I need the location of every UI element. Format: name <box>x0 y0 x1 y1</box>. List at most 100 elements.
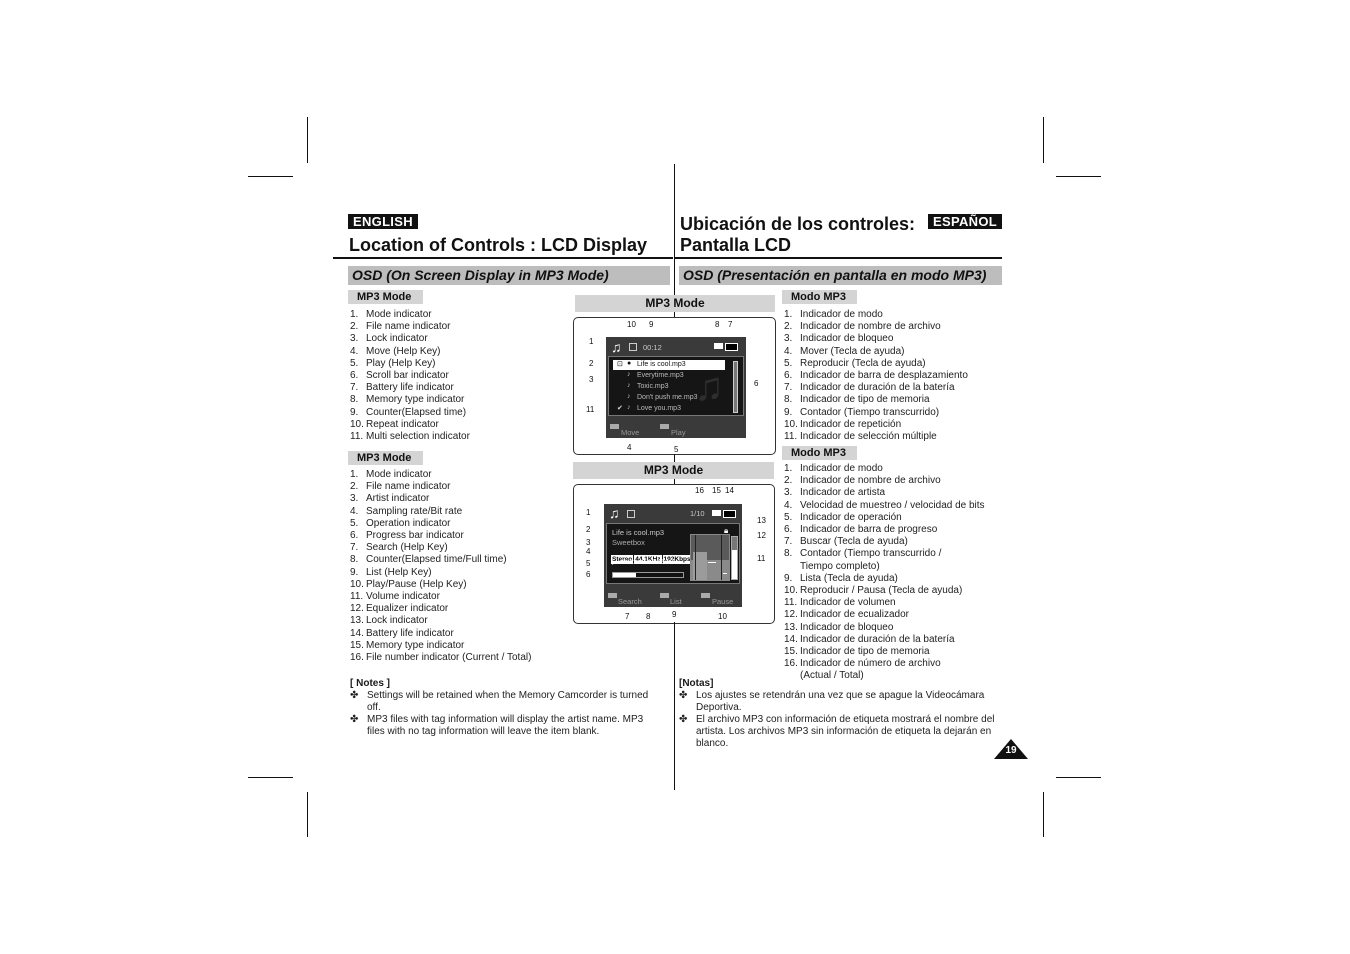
scrollbar[interactable] <box>733 361 738 413</box>
list-item-text: File number indicator (Current / Total) <box>366 652 532 664</box>
list-item: 16. Indicador de número de archivo <box>784 658 985 670</box>
list-item-number: 6. <box>350 530 359 542</box>
list-item-text: Multi selection indicator <box>366 431 470 443</box>
callout-number: 9 <box>672 610 677 619</box>
list-item: 3. Lock indicator <box>350 333 470 345</box>
list-item-number: 6. <box>784 370 793 382</box>
callout-number: 8 <box>646 612 651 621</box>
note-text: MP3 files with tag information will disp… <box>367 714 644 738</box>
repeat-icon <box>627 510 635 518</box>
list-heading: MP3 Mode <box>348 451 423 465</box>
file-list-item[interactable]: ♪ Don't push me.mp3 <box>613 393 725 403</box>
list-item-number: 1. <box>784 309 793 320</box>
file-list-item[interactable]: ♪ Toxic.mp3 <box>613 382 725 392</box>
list-item: 14. Battery life indicator <box>350 628 531 640</box>
crop-mark <box>248 777 293 778</box>
list-item-number: 12. <box>350 603 364 615</box>
list-item-text: Move (Help Key) <box>366 345 441 357</box>
list-item-text: Indicador de operación <box>800 511 902 523</box>
note-text: Settings will be retained when the Memor… <box>367 690 649 713</box>
list-item-text: Indicador de nombre de archivo <box>800 321 941 333</box>
list-item-number: 4. <box>350 505 359 517</box>
callout-number: 7 <box>625 612 630 621</box>
clover-bullet-icon: ✤ <box>679 690 688 701</box>
list-item-text: Indicador de repetición <box>800 418 902 430</box>
list-item-number: 9. <box>350 406 359 418</box>
list-item: (Actual / Total) <box>784 670 985 682</box>
file-list-item[interactable]: ♪ Everytime.mp3 <box>613 371 725 381</box>
list-item-text: Indicador de barra de desplazamiento <box>800 370 968 382</box>
list-item-number: 5. <box>784 357 793 369</box>
list-item-text: Battery life indicator <box>366 382 454 394</box>
list-item: 4. Move (Help Key) <box>350 346 470 358</box>
list-item-text: Progress bar indicator <box>366 530 464 542</box>
list-item-text: Indicador de barra de progreso <box>800 524 938 536</box>
list-item-number: 5. <box>784 511 793 523</box>
list-item-number: 4. <box>784 345 793 357</box>
list-item-text: Operation indicator <box>366 517 451 529</box>
volume-indicator[interactable] <box>731 536 738 580</box>
list-item-text: Memory type indicator <box>366 639 465 651</box>
move-key-icon <box>610 424 619 429</box>
help-search: Search <box>618 597 642 606</box>
note-text: Los ajustes se retendrán una vez que se … <box>696 690 985 713</box>
callout-number: 6 <box>754 379 759 388</box>
page-title-spanish-line2: Pantalla LCD <box>680 235 792 255</box>
list-item: 15. Memory type indicator <box>350 640 531 652</box>
list-item: 11. Indicador de volumen <box>784 597 985 609</box>
memory-type-icon <box>714 343 723 349</box>
list-heading: MP3 Mode <box>348 290 423 304</box>
callout-number: 6 <box>586 570 591 579</box>
list-item-number: 7. <box>350 542 359 554</box>
list-item-number: 5. <box>350 357 359 369</box>
list-item-text: Play (Help Key) <box>366 357 436 369</box>
spanish-list-2: 1. Indicador de modo 2. Indicador de nombre… <box>784 463 985 683</box>
callout-number: 4 <box>586 547 591 556</box>
list-item-text: Mode indicator <box>366 309 432 320</box>
callout-number: 4 <box>627 443 632 452</box>
callout-number: 10 <box>718 612 727 621</box>
list-item: 5. Reproducir (Tecla de ayuda) <box>784 358 968 370</box>
lcd-screen: ♫ 1/10 Life is cool.mp3 🔒︎ Sweetbox ♣ St… <box>604 504 742 607</box>
list-item-number: 3. <box>350 493 359 505</box>
callout-number: 13 <box>757 516 766 525</box>
callout-number: 2 <box>586 525 591 534</box>
list-item-number: 11. <box>350 431 364 443</box>
section-heading-spanish: OSD (Presentación en pantalla en modo MP… <box>679 266 1002 285</box>
list-item-text: Indicador de tipo de memoria <box>800 394 930 406</box>
list-item: 5. Operation indicator <box>350 518 531 530</box>
list-item: 16. File number indicator (Current / Tota… <box>350 652 531 664</box>
artist: Sweetbox <box>612 538 645 547</box>
list-item-number: 11. <box>350 591 364 603</box>
file-list-item[interactable]: ♪ ✔ Love you.mp3 <box>613 404 725 414</box>
list-item-text: Equalizer indicator <box>366 603 449 615</box>
elapsed-full-counter: 00:01:07/00:03:27 <box>620 559 674 566</box>
ok-key-icon <box>701 593 710 598</box>
list-item-number: 3. <box>784 333 793 345</box>
file-name: Life is cool.mp3 <box>612 528 665 537</box>
list-item-number: 8. <box>784 394 793 406</box>
list-item-number: 13. <box>784 621 798 633</box>
list-item-text: Indicador de ecualizador <box>800 609 909 621</box>
list-item-text: Counter(Elapsed time) <box>366 406 467 418</box>
help-move: Move <box>621 428 640 437</box>
crop-mark <box>1056 777 1101 778</box>
playback-panel: Life is cool.mp3 🔒︎ Sweetbox ♣ Stereo44.… <box>606 523 740 584</box>
file-list-item[interactable]: ● ⊡ Life is cool.mp3 <box>613 360 725 370</box>
play-circle-icon: ● <box>627 360 632 367</box>
list-item-number: 10. <box>784 418 798 430</box>
music-note-icon: ♫ <box>609 505 620 521</box>
list-item: 11. Multi selection indicator <box>350 431 470 443</box>
leader-line <box>674 454 675 462</box>
note-item: ✤ Los ajustes se retendrán una vez que se… <box>679 690 1004 713</box>
music-note-icon: ♪ <box>627 393 631 400</box>
callout-number: 2 <box>589 359 594 368</box>
volume-fill <box>732 549 737 579</box>
list-item: 4. Velocidad de muestreo / velocidad de b… <box>784 500 985 512</box>
list-item-text: Mover (Tecla de ayuda) <box>800 345 905 357</box>
list-item-number: 16. <box>784 658 798 670</box>
progress-bar[interactable] <box>612 572 684 578</box>
list-item: 10. Indicador de repetición <box>784 419 968 431</box>
clover-bullet-icon: ✤ <box>350 714 359 726</box>
file-name: Don't push me.mp3 <box>637 394 698 401</box>
